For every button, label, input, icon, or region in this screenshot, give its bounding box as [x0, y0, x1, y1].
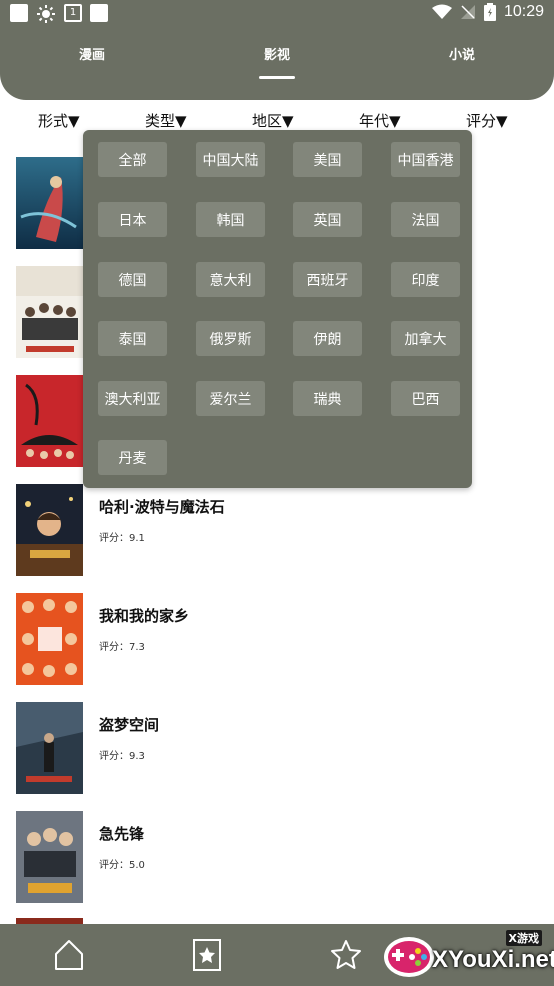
region-option[interactable]: 日本: [98, 202, 167, 237]
region-option[interactable]: 中国香港: [391, 142, 460, 177]
movie-poster: [16, 157, 83, 249]
watermark-tag: X游戏: [505, 930, 542, 946]
region-option[interactable]: 西班牙: [293, 262, 362, 297]
top-header: 1 10:29 漫画 影视 小说: [0, 0, 554, 100]
region-option[interactable]: 加拿大: [391, 321, 460, 356]
site-watermark: X游戏 XYouXi.net: [380, 927, 554, 983]
list-item[interactable]: 盗梦空间 评分：9.3: [0, 702, 554, 802]
region-option[interactable]: 爱尔兰: [196, 381, 265, 416]
star-icon[interactable]: [329, 938, 363, 972]
movie-title: 盗梦空间: [99, 716, 160, 734]
brightness-icon: [36, 4, 56, 24]
status-time: 10:29: [503, 3, 544, 20]
filter-region[interactable]: 地区▼: [252, 110, 294, 131]
movie-poster: [16, 593, 83, 685]
region-option[interactable]: 美国: [293, 142, 362, 177]
tab-novels[interactable]: 小说: [449, 44, 475, 63]
filter-format[interactable]: 形式▼: [38, 110, 80, 131]
active-tab-indicator: [259, 76, 295, 79]
notification-square-icon: [90, 4, 108, 22]
movie-poster: [16, 375, 83, 467]
region-option[interactable]: 印度: [391, 262, 460, 297]
list-item[interactable]: 急先锋 评分：5.0: [0, 811, 554, 911]
movie-rating: 评分：5.0: [99, 860, 145, 871]
movie-poster: [16, 811, 83, 903]
region-option[interactable]: 巴西: [391, 381, 460, 416]
region-option[interactable]: 全部: [98, 142, 167, 177]
bookmark-star-icon[interactable]: [190, 938, 224, 972]
list-item[interactable]: 我和我的家乡 评分：7.3: [0, 593, 554, 693]
region-option[interactable]: 法国: [391, 202, 460, 237]
movie-title: 我和我的家乡: [99, 607, 190, 625]
region-option[interactable]: 澳大利亚: [98, 381, 167, 416]
tab-film-tv[interactable]: 影视: [264, 44, 290, 63]
region-option[interactable]: 韩国: [196, 202, 265, 237]
movie-title: 哈利·波特与魔法石: [99, 498, 225, 516]
movie-poster: [16, 266, 83, 358]
movie-title: 急先锋: [99, 825, 145, 843]
filter-genre[interactable]: 类型▼: [145, 110, 187, 131]
region-option[interactable]: 意大利: [196, 262, 265, 297]
region-option[interactable]: 丹麦: [98, 440, 167, 475]
tab-comics[interactable]: 漫画: [79, 44, 105, 63]
region-option[interactable]: 英国: [293, 202, 362, 237]
region-option[interactable]: 中国大陆: [196, 142, 265, 177]
region-option[interactable]: 瑞典: [293, 381, 362, 416]
app-screen: 1 10:29 漫画 影视 小说 形式▼ 类型▼ 地区▼ 年代▼ 评分▼ 哈利·…: [0, 0, 554, 986]
movie-rating: 评分：9.3: [99, 751, 145, 762]
list-item[interactable]: 哈利·波特与魔法石 评分：9.1: [0, 484, 554, 584]
region-option[interactable]: 俄罗斯: [196, 321, 265, 356]
filter-rating[interactable]: 评分▼: [466, 110, 508, 131]
filter-year[interactable]: 年代▼: [359, 110, 401, 131]
gamepad-logo-icon: [384, 937, 434, 977]
battery-icon: [483, 3, 496, 21]
region-option[interactable]: 德国: [98, 262, 167, 297]
wifi-icon: [431, 4, 452, 19]
status-bar: 1 10:29: [0, 0, 554, 28]
region-option[interactable]: 泰国: [98, 321, 167, 356]
calendar-icon: 1: [64, 4, 82, 22]
region-dropdown: 全部 中国大陆 美国 中国香港 日本 韩国 英国 法国 德国 意大利 西班牙 印…: [83, 130, 472, 488]
notification-square-icon: [10, 4, 28, 22]
movie-poster: [16, 484, 83, 576]
movie-rating: 评分：7.3: [99, 642, 145, 653]
no-signal-icon: [460, 5, 475, 19]
movie-rating: 评分：9.1: [99, 533, 145, 544]
home-icon[interactable]: [52, 938, 86, 972]
watermark-text: XYouXi.net: [432, 946, 554, 973]
region-option[interactable]: 伊朗: [293, 321, 362, 356]
movie-poster: [16, 702, 83, 794]
